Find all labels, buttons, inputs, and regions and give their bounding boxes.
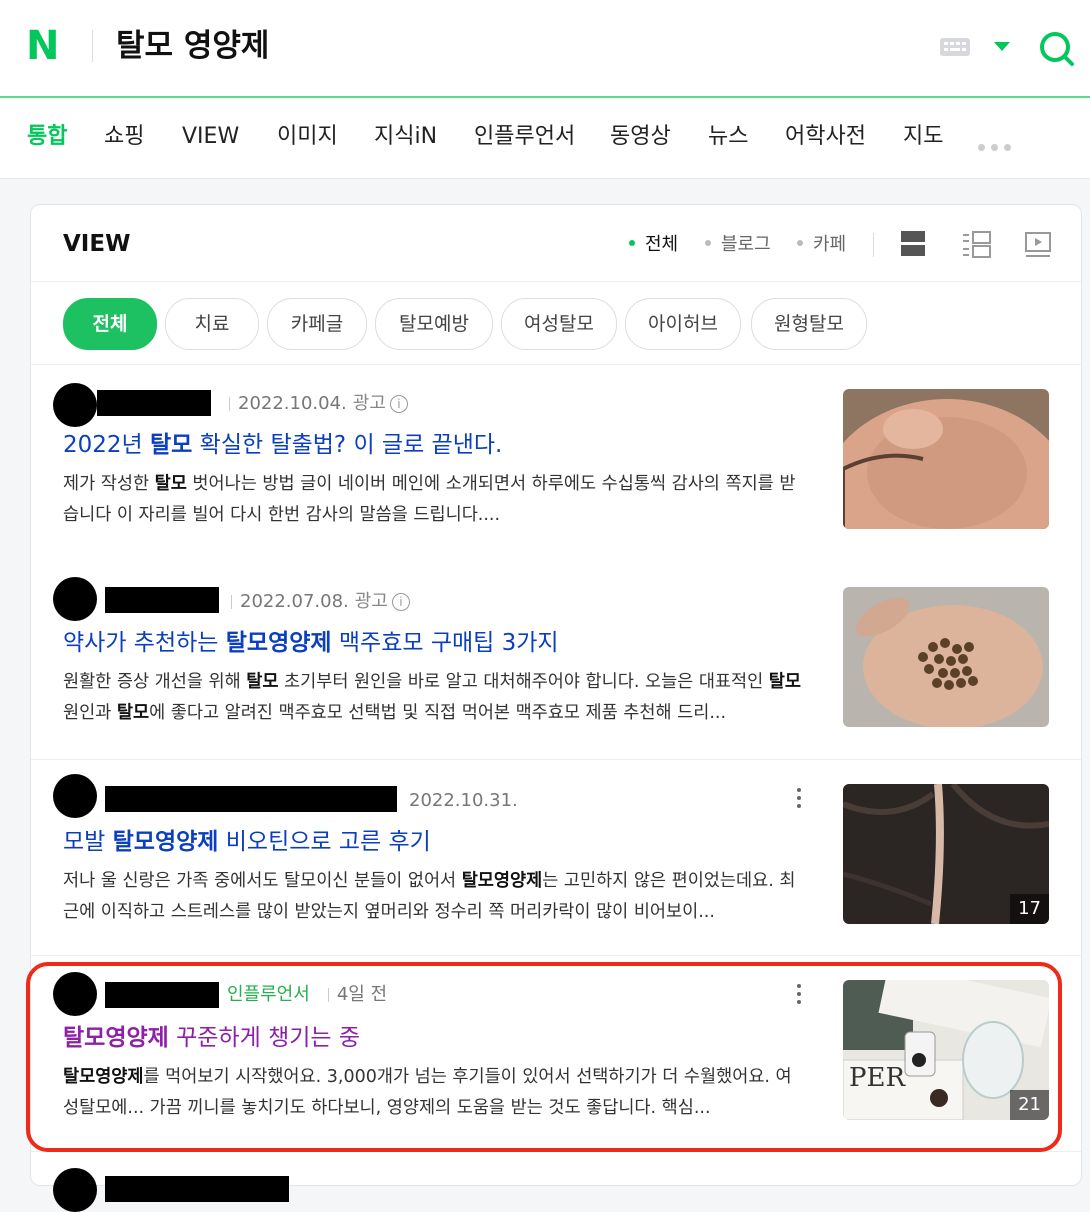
result-thumbnail[interactable]: 17 — [843, 784, 1049, 924]
video-view-icon[interactable] — [1025, 231, 1051, 259]
post-date: 2022.10.04. — [238, 393, 347, 414]
more-icon[interactable] — [978, 136, 1017, 155]
result-title[interactable]: 약사가 추천하는 탈모영양제 맥주효모 구매팁 3가지 — [63, 627, 559, 659]
tab-influencer[interactable]: 인플루언서 — [474, 122, 575, 152]
tab-dictionary[interactable]: 어학사전 — [785, 122, 866, 152]
desc-keyword: 탈모 — [768, 672, 801, 692]
redacted-author — [105, 786, 397, 812]
section-title: VIEW — [63, 231, 131, 257]
result-item — [31, 1151, 1081, 1212]
avatar[interactable] — [53, 1168, 97, 1212]
desc-text: 원인과 — [63, 703, 117, 723]
keyboard-icon[interactable] — [940, 38, 970, 56]
desc-text: 에 좋다고 알려진 맥주효모 선택법 및 직접 먹어본 맥주효모 제품 추천해 … — [149, 703, 727, 723]
result-meta: 2022.10.04. 광고 i — [221, 391, 408, 417]
ad-label: 광고 — [352, 393, 386, 414]
chip-female-hairloss[interactable]: 여성탈모 — [501, 298, 617, 350]
filter-all-label: 전체 — [645, 234, 679, 255]
result-description[interactable]: 저나 울 신랑은 가족 중에서도 탈모이신 분들이 없어서 탈모영양제는 고민하… — [63, 866, 803, 928]
chip-all[interactable]: 전체 — [63, 298, 157, 350]
tab-shopping[interactable]: 쇼핑 — [104, 122, 144, 152]
header-divider — [92, 30, 93, 62]
desc-text: 초기부터 원인을 바로 알고 대처해주어야 합니다. 오늘은 대표적인 — [278, 672, 769, 692]
tab-video[interactable]: 동영상 — [610, 122, 671, 152]
thumbnail-image — [843, 389, 1049, 529]
title-keyword: 탈모 — [150, 432, 193, 458]
tab-images[interactable]: 이미지 — [277, 122, 338, 152]
result-description[interactable]: 제가 작성한 탈모 벗어나는 방법 글이 네이버 메인에 소개되면서 하루에도 … — [63, 469, 803, 531]
ad-label: 광고 — [354, 591, 388, 612]
title-text: 모발 — [63, 829, 113, 855]
post-date: 2022.10.31. — [409, 790, 518, 811]
tab-news[interactable]: 뉴스 — [708, 122, 748, 152]
chevron-down-icon[interactable] — [994, 42, 1010, 51]
desc-keyword: 탈모 — [246, 672, 279, 692]
search-query[interactable]: 탈모 영양제 — [116, 26, 269, 66]
redacted-author — [105, 587, 219, 613]
result-item: 2022.10.04. 광고 i 2022년 탈모 확실한 탈출법? 이 글로 끝낸… — [31, 367, 1081, 563]
search-header: N 탈모 영양제 — [0, 0, 1090, 98]
keyword-chips: 전체 치료 카페글 탈모예방 여성탈모 아이허브 원형탈모 — [31, 281, 1081, 365]
chip-iherb[interactable]: 아이허브 — [625, 298, 741, 350]
thumbnail-image — [843, 587, 1049, 727]
tab-knowledge-in[interactable]: 지식iN — [374, 122, 437, 152]
image-count-badge: 17 — [1010, 894, 1049, 924]
filter-cafe-label: 카페 — [813, 234, 847, 255]
avatar[interactable] — [53, 383, 97, 427]
list-view-icon[interactable] — [901, 231, 925, 257]
highlight-box — [26, 962, 1062, 1152]
filter-cafe[interactable]: 카페 — [797, 233, 846, 257]
title-keyword: 탈모영양제 — [225, 630, 332, 656]
chip-alopecia-areata[interactable]: 원형탈모 — [751, 298, 867, 350]
title-text: 비오틴으로 고른 후기 — [218, 829, 431, 855]
desc-keyword: 탈모 — [116, 703, 150, 723]
title-text: 약사가 추천하는 — [63, 630, 226, 656]
result-item: 2022.10.31. 모발 탈모영양제 비오틴으로 고른 후기 저나 울 신랑… — [31, 759, 1081, 956]
desc-text: 제가 작성한 — [63, 474, 155, 494]
info-icon[interactable]: i — [389, 395, 408, 413]
more-options-icon[interactable] — [797, 788, 801, 812]
result-title[interactable]: 모발 탈모영양제 비오틴으로 고른 후기 — [63, 826, 431, 858]
result-title[interactable]: 2022년 탈모 확실한 탈출법? 이 글로 끝낸다. — [63, 429, 502, 461]
tab-view[interactable]: VIEW — [182, 122, 239, 152]
filter-divider — [873, 233, 874, 257]
search-icon[interactable] — [1038, 30, 1076, 68]
title-text: 2022년 — [63, 432, 151, 458]
result-thumbnail[interactable] — [843, 389, 1049, 529]
filter-blog-label: 블로그 — [721, 234, 771, 255]
result-description[interactable]: 원활한 증상 개선을 위해 탈모 초기부터 원인을 바로 알고 대처해주어야 합… — [63, 667, 803, 729]
title-keyword: 탈모영양제 — [112, 829, 219, 855]
result-thumbnail[interactable] — [843, 587, 1049, 727]
avatar[interactable] — [53, 774, 97, 818]
thumbnail-list-icon[interactable] — [961, 231, 991, 259]
redacted-author — [105, 1176, 289, 1202]
search-tabs: 통합 쇼핑 VIEW 이미지 지식iN 인플루언서 동영상 뉴스 어학사전 지도 — [0, 98, 1090, 179]
result-meta: 2022.07.08. 광고 i — [223, 589, 410, 615]
result-meta: 2022.10.31. — [409, 788, 518, 814]
filter-blog[interactable]: 블로그 — [705, 233, 771, 257]
info-icon[interactable]: i — [391, 593, 410, 611]
chip-hairloss-prevention[interactable]: 탈모예방 — [375, 298, 493, 350]
filter-all[interactable]: 전체 — [629, 233, 678, 257]
naver-logo[interactable]: N — [26, 26, 59, 66]
result-item: 2022.07.08. 광고 i 약사가 추천하는 탈모영양제 맥주효모 구매팁 3… — [31, 563, 1081, 759]
avatar[interactable] — [53, 577, 97, 621]
desc-text: 저나 울 신랑은 가족 중에서도 탈모이신 분들이 없어서 — [63, 871, 462, 891]
chip-treatment[interactable]: 치료 — [165, 298, 259, 350]
title-text: 맥주효모 구매팁 3가지 — [331, 630, 559, 656]
redacted-author — [97, 390, 211, 416]
title-text: 확실한 탈출법? 이 글로 끝낸다. — [192, 432, 503, 458]
desc-keyword: 탈모 — [154, 474, 187, 494]
desc-keyword: 탈모영양제 — [461, 871, 543, 891]
tab-integrated[interactable]: 통합 — [27, 122, 67, 152]
desc-text: 원활한 증상 개선을 위해 — [63, 672, 247, 692]
post-date: 2022.07.08. — [240, 591, 349, 612]
chip-cafe-posts[interactable]: 카페글 — [267, 298, 367, 350]
tab-map[interactable]: 지도 — [903, 122, 943, 152]
